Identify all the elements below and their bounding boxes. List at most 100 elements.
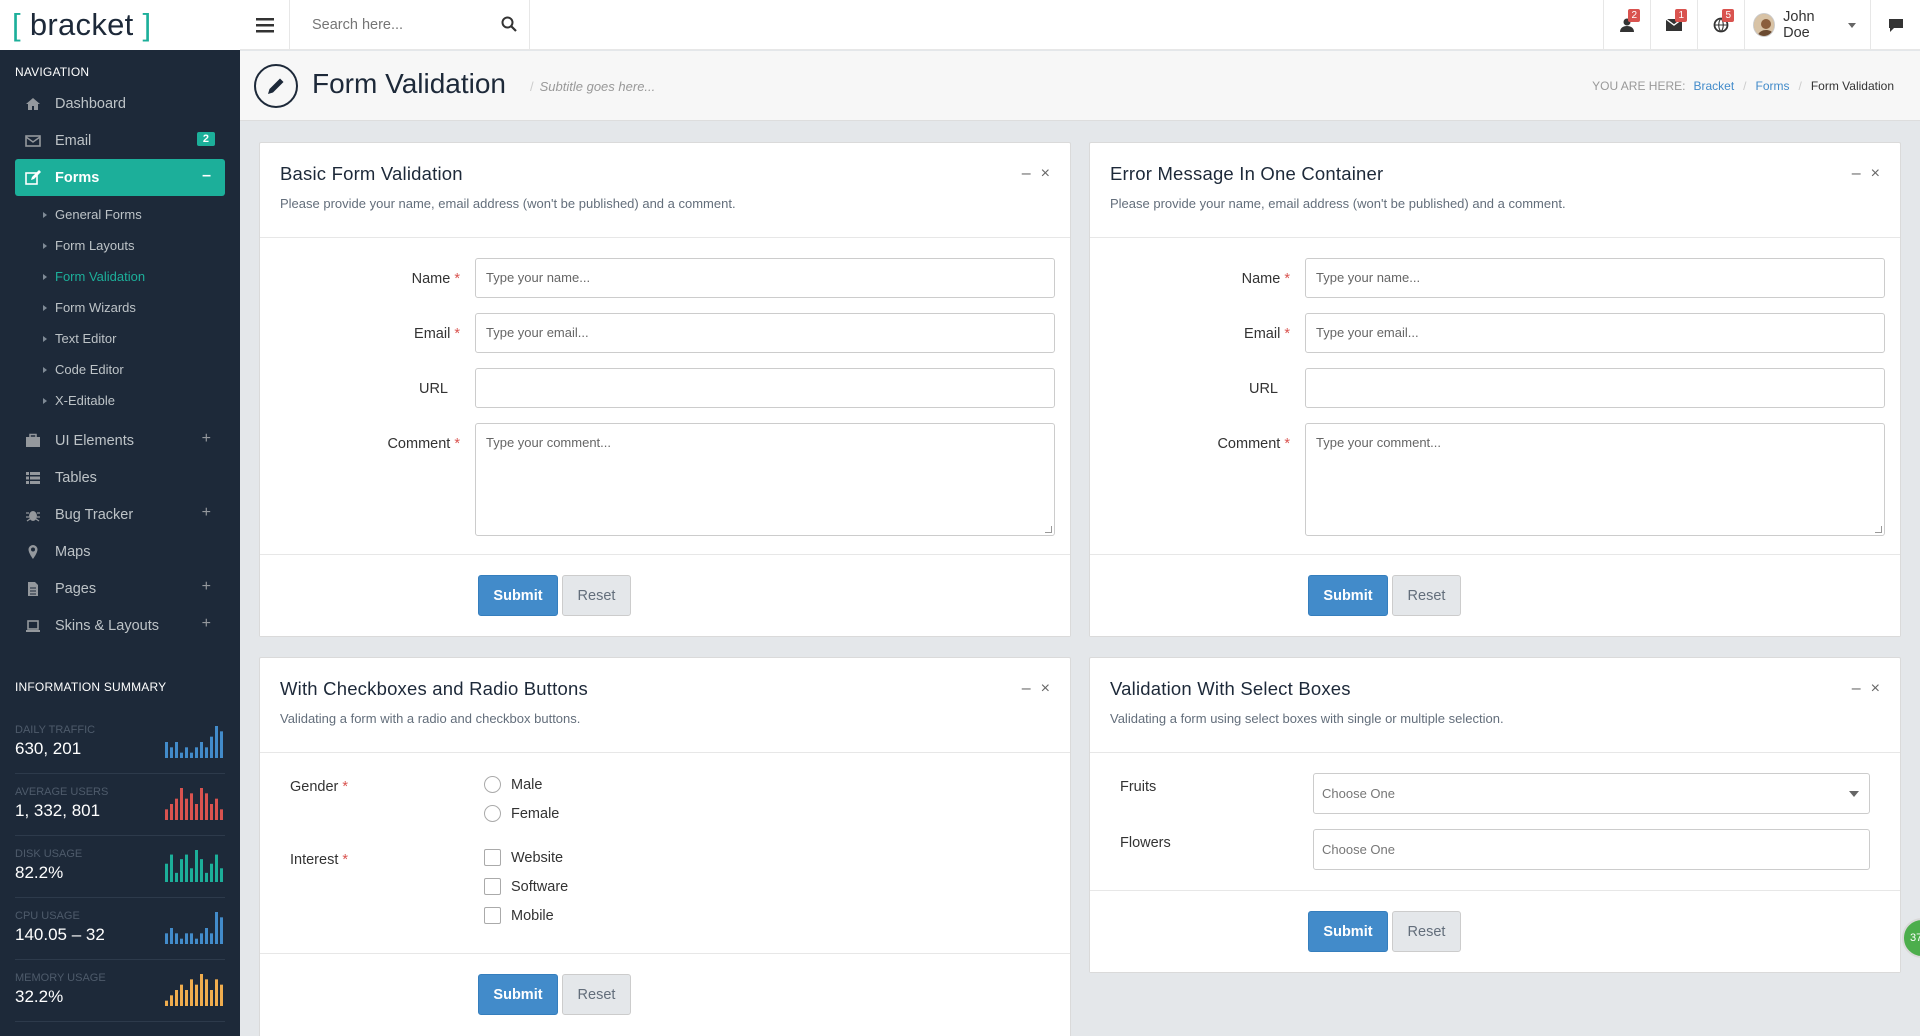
search-icon[interactable] xyxy=(501,16,517,32)
sidebar-item-forms[interactable]: Forms – xyxy=(15,159,225,196)
summary-row: Average Users 1, 332, 801 xyxy=(15,774,225,836)
reset-button[interactable]: Reset xyxy=(562,974,631,1015)
radio-button[interactable] xyxy=(484,776,501,793)
submenu-item-form-validation[interactable]: Form Validation xyxy=(0,261,240,292)
checkbox[interactable] xyxy=(484,907,501,924)
sidebar-item-label: Bug Tracker xyxy=(55,506,134,523)
submenu-item-form-layouts[interactable]: Form Layouts xyxy=(0,230,240,261)
reset-button[interactable]: Reset xyxy=(1392,911,1461,952)
expand-icon[interactable]: + xyxy=(202,615,211,633)
url-label: URL xyxy=(418,381,448,397)
envelope-icon xyxy=(25,135,41,147)
user-menu[interactable]: John Doe xyxy=(1744,0,1870,50)
name-field[interactable]: Type your name... xyxy=(1305,258,1885,298)
submit-button[interactable]: Submit xyxy=(1308,911,1388,952)
minimize-icon[interactable]: – xyxy=(1852,680,1861,697)
panel-basic-validation: Basic Form Validation Please provide you… xyxy=(259,142,1071,637)
submit-button[interactable]: Submit xyxy=(1308,575,1388,616)
sparkline-bar xyxy=(220,868,223,882)
submenu-item-general-forms[interactable]: General Forms xyxy=(0,199,240,230)
sidebar-item-tables[interactable]: Tables xyxy=(15,459,225,496)
submit-button[interactable]: Submit xyxy=(478,974,558,1015)
sparkline-bar xyxy=(205,872,208,882)
sparkline-bar xyxy=(195,804,198,820)
sidebar-item-label: Skins & Layouts xyxy=(55,617,159,634)
sparkline-bar xyxy=(175,933,178,944)
breadcrumb-current: Form Validation xyxy=(1810,79,1894,93)
panel-tools: – × xyxy=(1012,680,1050,698)
notification-count: 2 xyxy=(1628,9,1640,22)
chat-button[interactable] xyxy=(1870,0,1920,50)
radio-button[interactable] xyxy=(484,805,501,822)
fruits-select[interactable]: Choose One xyxy=(1313,773,1870,814)
minimize-icon[interactable]: – xyxy=(1022,165,1031,182)
reset-button[interactable]: Reset xyxy=(562,575,631,616)
checkbox[interactable] xyxy=(484,849,501,866)
sidebar-item-email[interactable]: Email 2 xyxy=(15,122,225,159)
comment-textarea[interactable]: Type your comment... xyxy=(475,423,1055,536)
comment-textarea[interactable]: Type your comment... xyxy=(1305,423,1885,536)
checkbox[interactable] xyxy=(484,878,501,895)
sparkline-bar xyxy=(180,984,183,1006)
sidebar-item-skins-layouts[interactable]: Skins & Layouts + xyxy=(15,607,225,644)
email-field[interactable]: Type your email... xyxy=(475,313,1055,353)
menu-toggle-button[interactable] xyxy=(240,0,290,50)
close-icon[interactable]: × xyxy=(1871,165,1880,182)
nav-heading: Navigation xyxy=(15,65,90,79)
collapse-icon[interactable]: – xyxy=(202,167,211,185)
logo[interactable]: [ bracket ] xyxy=(0,0,240,50)
radio-male[interactable]: Male xyxy=(484,776,542,793)
sparkline-bar xyxy=(215,854,218,882)
sparkline-bar xyxy=(215,979,218,1006)
panel-subtitle: Please provide your name, email address … xyxy=(1110,196,1566,211)
breadcrumb-link-bracket[interactable]: Bracket xyxy=(1693,79,1734,93)
home-icon xyxy=(26,98,40,110)
submenu-item-text-editor[interactable]: Text Editor xyxy=(0,323,240,354)
expand-icon[interactable]: + xyxy=(202,504,211,522)
sidebar-item-pages[interactable]: Pages + xyxy=(15,570,225,607)
sparkline-bar xyxy=(180,752,183,758)
notifications-messages-button[interactable]: 1 xyxy=(1650,0,1697,50)
radio-female[interactable]: Female xyxy=(484,805,559,822)
sparkline-bar xyxy=(175,742,178,758)
submenu-item-x-editable[interactable]: X-Editable xyxy=(0,385,240,416)
summary-row: Memory Usage 32.2% xyxy=(15,960,225,1022)
email-field[interactable]: Type your email... xyxy=(1305,313,1885,353)
search-input[interactable] xyxy=(290,0,490,50)
sidebar-item-ui-elements[interactable]: UI Elements + xyxy=(15,422,225,459)
url-field[interactable] xyxy=(1305,368,1885,408)
url-label: URL xyxy=(1248,381,1278,397)
suitcase-icon xyxy=(26,433,40,447)
submit-button[interactable]: Submit xyxy=(478,575,558,616)
interest-label: Interest * xyxy=(290,852,349,868)
checkbox-website[interactable]: Website xyxy=(484,849,563,866)
sparkline-bar xyxy=(215,726,218,758)
file-icon xyxy=(28,582,38,596)
submenu-item-code-editor[interactable]: Code Editor xyxy=(0,354,240,385)
sparkline-bar xyxy=(220,917,223,944)
checkbox-mobile[interactable]: Mobile xyxy=(484,907,554,924)
breadcrumb-link-forms[interactable]: Forms xyxy=(1756,79,1790,93)
reset-button[interactable]: Reset xyxy=(1392,575,1461,616)
url-field[interactable] xyxy=(475,368,1055,408)
sidebar-item-maps[interactable]: Maps xyxy=(15,533,225,570)
close-icon[interactable]: × xyxy=(1041,680,1050,697)
close-icon[interactable]: × xyxy=(1041,165,1050,182)
sidebar-item-dashboard[interactable]: Dashboard xyxy=(15,85,225,122)
close-icon[interactable]: × xyxy=(1871,680,1880,697)
sidebar: [ bracket ] Navigation Dashboard Email 2… xyxy=(0,0,240,1036)
notifications-users-button[interactable]: 2 xyxy=(1603,0,1650,50)
submenu-item-form-wizards[interactable]: Form Wizards xyxy=(0,292,240,323)
sidebar-item-bug-tracker[interactable]: Bug Tracker + xyxy=(15,496,225,533)
floating-badge-button[interactable]: 37 xyxy=(1902,918,1920,958)
minimize-icon[interactable]: – xyxy=(1022,680,1031,697)
expand-icon[interactable]: + xyxy=(202,578,211,596)
flowers-select[interactable]: Choose One xyxy=(1313,829,1870,870)
name-field[interactable]: Type your name... xyxy=(475,258,1055,298)
checkbox-software[interactable]: Software xyxy=(484,878,568,895)
sparkline-bar xyxy=(195,850,198,882)
notifications-globe-button[interactable]: 5 xyxy=(1697,0,1744,50)
expand-icon[interactable]: + xyxy=(202,430,211,448)
name-label: Name * xyxy=(411,271,460,287)
minimize-icon[interactable]: – xyxy=(1852,165,1861,182)
